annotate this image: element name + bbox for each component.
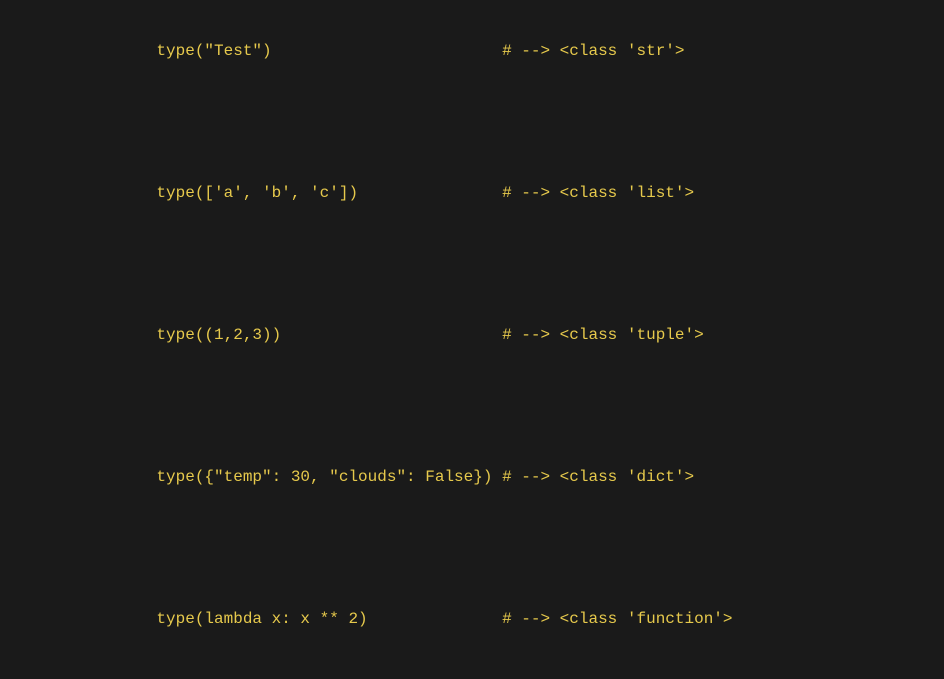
code-block: type(10) # --> <class 'int'> type("Test"…: [118, 0, 733, 679]
code-comment: # --> <class 'dict'>: [502, 465, 694, 489]
code-line: type(['a', 'b', 'c']) # --> <class 'list…: [118, 157, 733, 229]
code-expression: type(['a', 'b', 'c']): [156, 181, 502, 205]
code-expression: type((1,2,3)): [156, 323, 502, 347]
code-line: type("Test") # --> <class 'str'>: [118, 15, 733, 87]
code-line: type(lambda x: x ** 2) # --> <class 'fun…: [118, 583, 733, 655]
code-comment: # --> <class 'str'>: [502, 39, 684, 63]
code-comment: # --> <class 'list'>: [502, 181, 694, 205]
code-expression: type("Test"): [156, 39, 502, 63]
code-line: type({"temp": 30, "clouds": False}) # --…: [118, 441, 733, 513]
code-expression: type({"temp": 30, "clouds": False}): [156, 465, 502, 489]
code-comment: # --> <class 'tuple'>: [502, 323, 704, 347]
code-expression: type(lambda x: x ** 2): [156, 607, 502, 631]
code-line: type((1,2,3)) # --> <class 'tuple'>: [118, 299, 733, 371]
code-comment: # --> <class 'function'>: [502, 607, 732, 631]
